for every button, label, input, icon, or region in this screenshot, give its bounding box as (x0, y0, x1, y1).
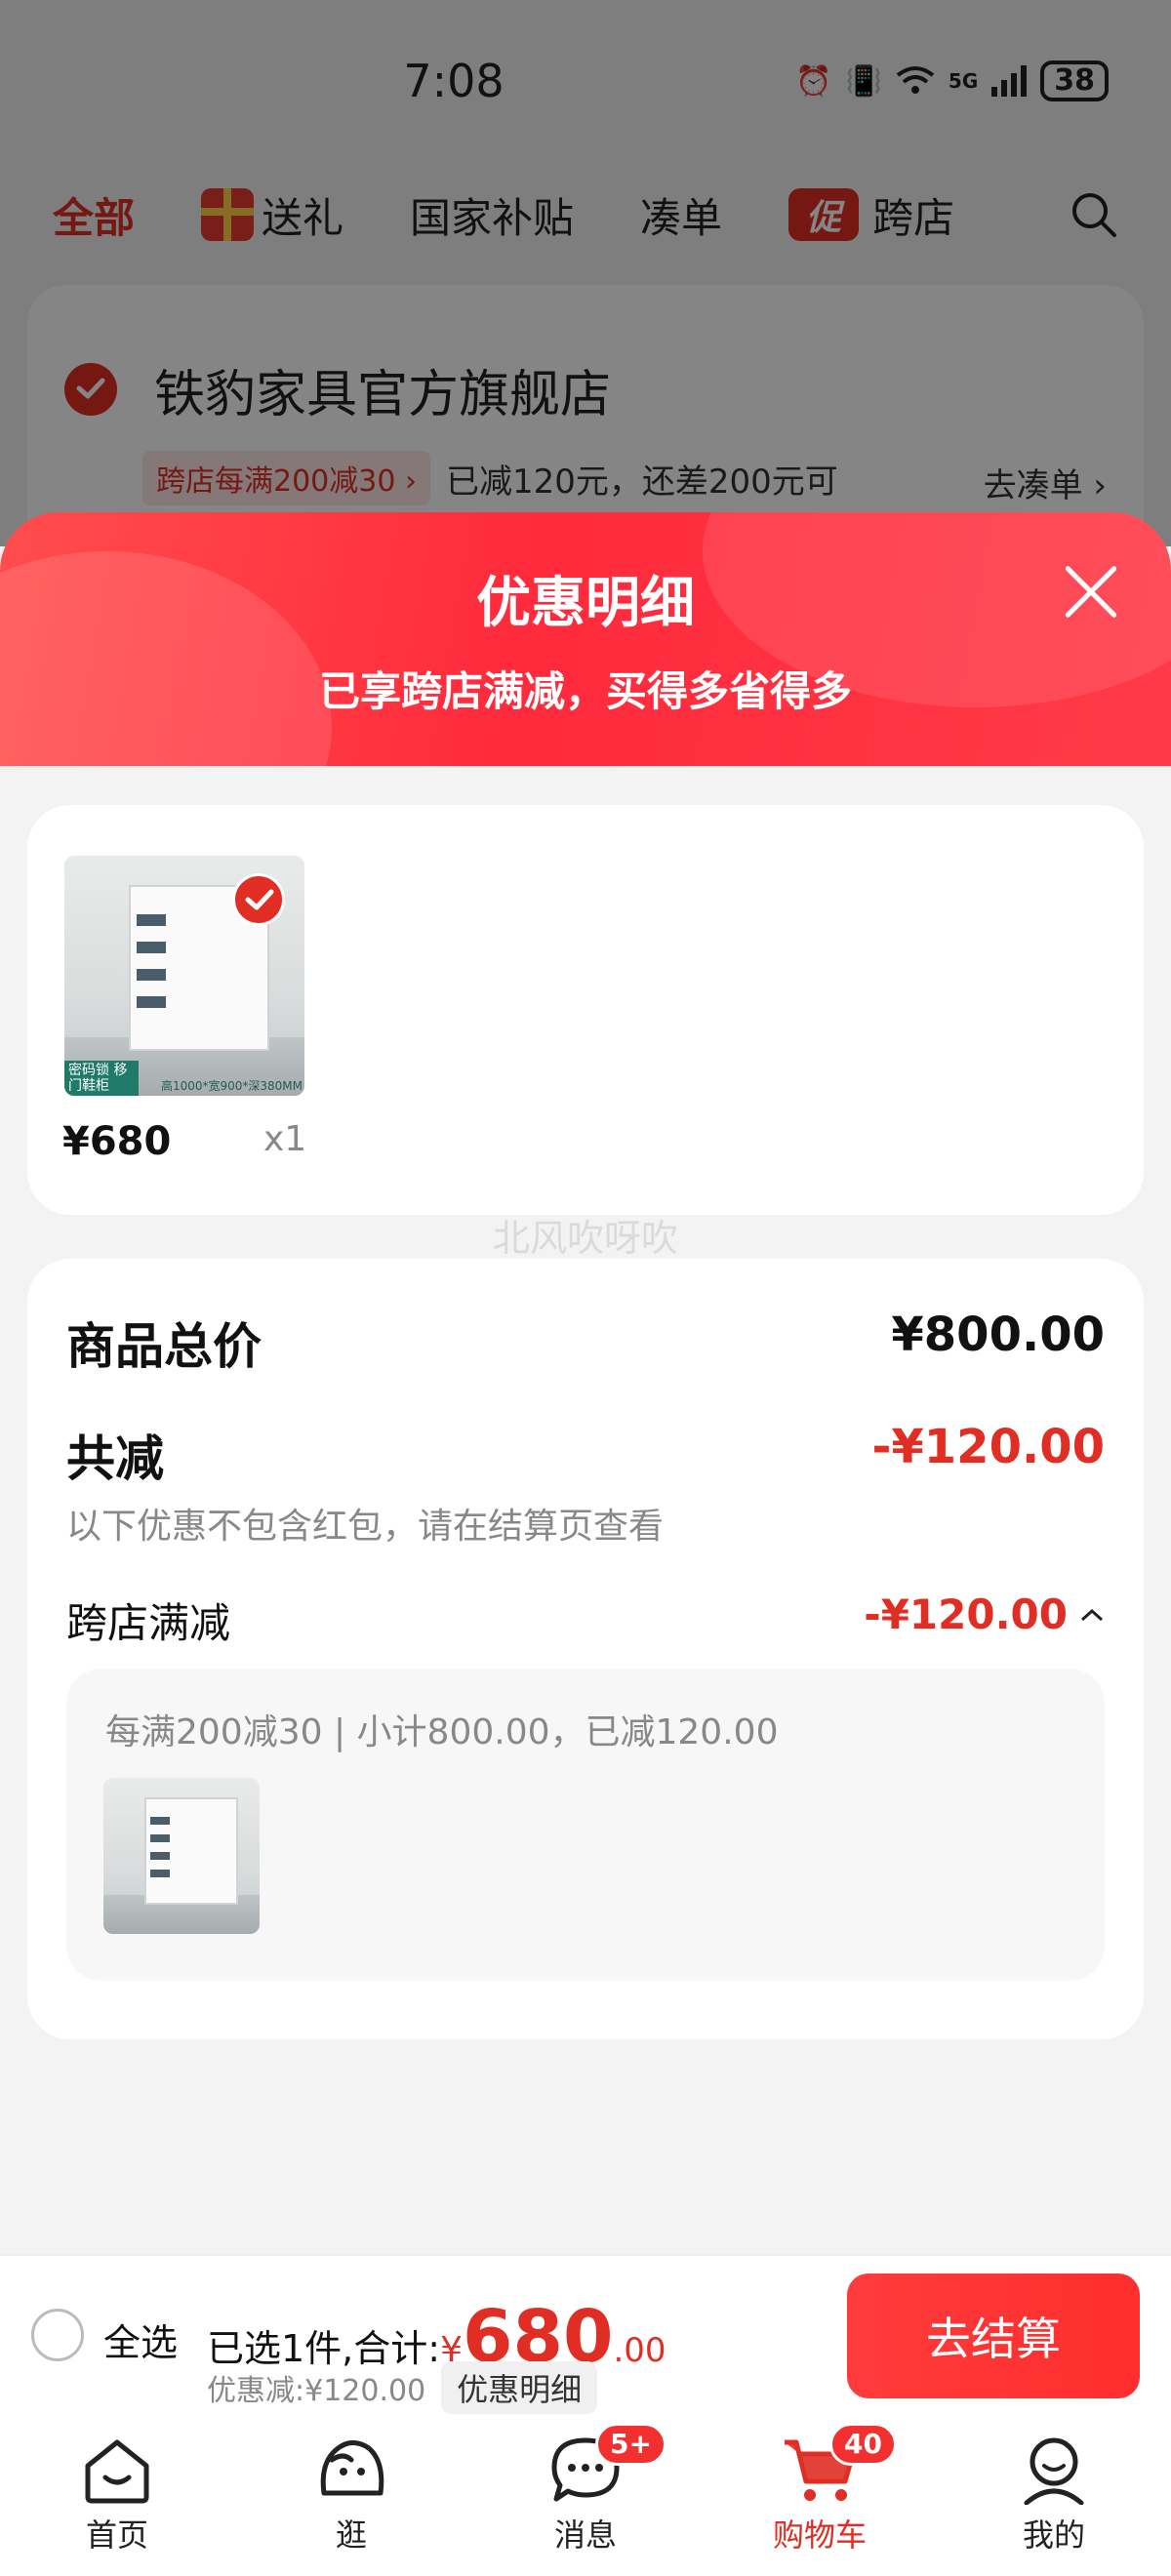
checkout-bar: 全选 已选1件,合计: ¥ 680 .00 优惠减:¥120.00 优惠明细 去… (0, 2254, 1171, 2415)
profile-icon (1024, 2437, 1084, 2505)
chevron-up-icon (1080, 1608, 1104, 1621)
discount-value: -¥120.00 (871, 1420, 1105, 1474)
sheet-title: 优惠明细 (476, 572, 695, 635)
close-icon[interactable] (1062, 563, 1120, 622)
cross-store-toggle[interactable]: -¥120.00 (864, 1590, 1105, 1638)
home-icon (85, 2439, 149, 2504)
image-badge: 密码锁 移门鞋柜 (64, 1061, 139, 1096)
cross-store-label: 跨店满减 (66, 1599, 231, 1647)
cart-badge: 40 (829, 2423, 897, 2466)
image-caption: 高1000*宽900*深380MM (160, 1079, 303, 1093)
tab-browse[interactable]: 逛 (234, 2415, 468, 2576)
total-value: ¥800.00 (891, 1308, 1105, 1362)
item-price: ¥680 (62, 1119, 172, 1164)
tab-label: 消息 (553, 2516, 617, 2554)
checkout-button[interactable]: 去结算 (847, 2274, 1140, 2398)
message-badge: 5+ (595, 2423, 666, 2466)
summary-card: 商品总价 ¥800.00 共减 -¥120.00 以下优惠不包含红包，请在结算页… (27, 1259, 1144, 2039)
discount-line: 优惠减:¥120.00 优惠明细 (207, 2361, 598, 2414)
tab-label: 首页 (85, 2516, 148, 2554)
modal-overlay[interactable] (0, 0, 1171, 546)
item-quantity: x1 (263, 1119, 307, 1159)
discount-detail-button[interactable]: 优惠明细 (441, 2361, 598, 2414)
cross-store-value: -¥120.00 (864, 1590, 1068, 1638)
watermark: 北风吹呀吹 (492, 1217, 678, 1260)
total-label: 商品总价 (66, 1318, 262, 1375)
browse-icon (320, 2440, 384, 2496)
tab-messages[interactable]: 消息 5+ (468, 2415, 703, 2576)
detail-text: 每满200减30 | 小计800.00，已减120.00 (105, 1712, 779, 1752)
discount-text: 优惠减:¥120.00 (207, 2374, 426, 2408)
discount-label: 共减 (66, 1430, 164, 1487)
bottom-tab-bar: 首页 逛 消息 5+ 购物车 40 我的 (0, 2415, 1171, 2576)
sheet-header: 优惠明细 已享跨店满减，买得多省得多 (0, 512, 1171, 766)
sheet-body: 密码锁 移门鞋柜 高1000*宽900*深380MM ¥680 x1 商品总价 … (0, 766, 1171, 2254)
select-all-checkbox[interactable] (31, 2309, 84, 2361)
cross-store-detail: 每满200减30 | 小计800.00，已减120.00 (66, 1669, 1105, 1981)
discount-note: 以下优惠不包含红包，请在结算页查看 (66, 1507, 665, 1547)
tab-label: 购物车 (772, 2516, 867, 2554)
total-decimal: .00 (613, 2331, 666, 2370)
detail-product-image (103, 1778, 260, 1934)
tab-profile[interactable]: 我的 (937, 2415, 1171, 2576)
tab-label: 逛 (335, 2516, 367, 2554)
item-card: 密码锁 移门鞋柜 高1000*宽900*深380MM ¥680 x1 (27, 805, 1144, 1215)
sheet-subtitle: 已享跨店满减，买得多省得多 (318, 667, 852, 715)
check-icon (245, 889, 274, 910)
tab-cart[interactable]: 购物车 40 (703, 2415, 937, 2576)
select-all-label[interactable]: 全选 (103, 2313, 178, 2366)
tab-home[interactable]: 首页 (0, 2415, 234, 2576)
tab-label: 我的 (1022, 2516, 1085, 2554)
item-checkbox[interactable] (232, 873, 285, 926)
